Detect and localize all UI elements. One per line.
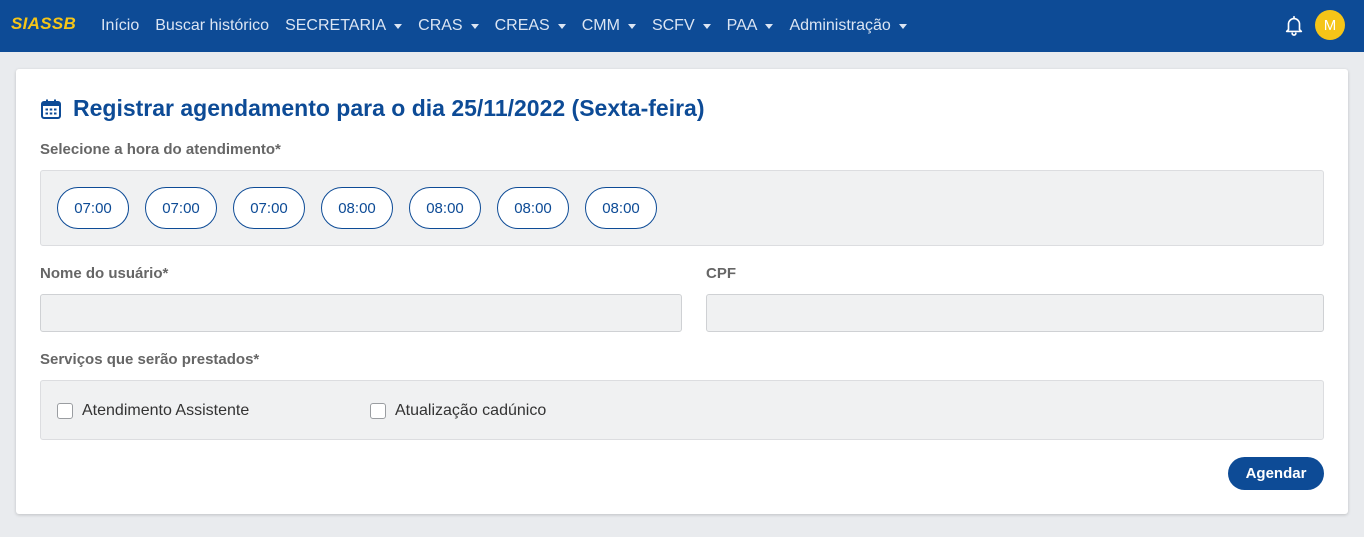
services-label: Serviços que serão prestados* — [40, 351, 260, 368]
user-name-field[interactable] — [40, 294, 682, 332]
title-text: Registrar agendamento para o dia 25/11/2… — [73, 95, 705, 121]
top-navbar: SIASSB Início Buscar histórico SECRETARI… — [0, 0, 1364, 52]
nav-item-buscar-historico[interactable]: Buscar histórico — [147, 0, 277, 52]
caret-down-icon — [702, 24, 711, 29]
service-checkbox-atendimento[interactable]: Atendimento Assistente — [57, 402, 249, 420]
brand-logo[interactable]: SIASSB — [11, 14, 76, 34]
caret-down-icon — [470, 24, 479, 29]
nav-item-label: PAA — [726, 17, 758, 34]
caret-down-icon — [898, 24, 907, 29]
services-panel: Atendimento Assistente Atualização cadún… — [40, 380, 1324, 440]
nav-item-label: CRAS — [418, 17, 463, 34]
cpf-label: CPF — [706, 265, 736, 282]
time-slot-button[interactable]: 08:00 — [497, 187, 569, 229]
service-label: Atendimento Assistente — [82, 402, 250, 419]
calendar-icon — [41, 99, 61, 119]
nav-item-label: Buscar histórico — [155, 17, 270, 34]
nav-menu: Início Buscar histórico SECRETARIA CRAS … — [93, 0, 915, 52]
time-slot-button[interactable]: 08:00 — [321, 187, 393, 229]
user-avatar[interactable]: M — [1315, 10, 1345, 40]
time-slot-button[interactable]: 08:00 — [409, 187, 481, 229]
time-slot-button[interactable]: 07:00 — [233, 187, 305, 229]
time-label: Selecione a hora do atendimento* — [40, 141, 281, 158]
bell-icon[interactable] — [1283, 13, 1305, 37]
nav-item-label: SECRETARIA — [285, 17, 387, 34]
nav-item-creas[interactable]: CREAS — [487, 0, 574, 52]
nav-item-label: CMM — [581, 17, 620, 34]
time-slot-button[interactable]: 07:00 — [145, 187, 217, 229]
nav-item-cmm[interactable]: CMM — [574, 0, 644, 52]
nav-item-inicio[interactable]: Início — [93, 0, 147, 52]
caret-down-icon — [557, 24, 566, 29]
nav-item-scfv[interactable]: SCFV — [644, 0, 719, 52]
schedule-button[interactable]: Agendar — [1228, 457, 1324, 490]
nav-item-administracao[interactable]: Administração — [781, 0, 914, 52]
service-label: Atualização cadúnico — [395, 402, 547, 419]
nav-item-label: SCFV — [651, 17, 695, 34]
nav-item-secretaria[interactable]: SECRETARIA — [277, 0, 410, 52]
nav-item-label: Início — [101, 17, 140, 34]
time-slot-button[interactable]: 07:00 — [57, 187, 129, 229]
page-title: Registrar agendamento para o dia 25/11/2… — [40, 95, 705, 122]
nav-item-cras[interactable]: CRAS — [410, 0, 486, 52]
user-name-label: Nome do usuário* — [40, 265, 169, 282]
time-slot-button[interactable]: 08:00 — [585, 187, 657, 229]
service-checkbox-cadunico[interactable]: Atualização cadúnico — [370, 402, 546, 420]
caret-down-icon — [627, 24, 636, 29]
nav-item-paa[interactable]: PAA — [719, 0, 782, 52]
checkbox[interactable] — [57, 403, 73, 419]
caret-down-icon — [765, 24, 774, 29]
caret-down-icon — [394, 24, 403, 29]
checkbox[interactable] — [370, 403, 386, 419]
nav-item-label: Administração — [789, 17, 891, 34]
cpf-field[interactable] — [706, 294, 1324, 332]
nav-item-label: CREAS — [494, 17, 550, 34]
time-slots-panel: 07:00 07:00 07:00 08:00 08:00 08:00 08:0… — [40, 170, 1324, 246]
scheduling-card: Registrar agendamento para o dia 25/11/2… — [16, 69, 1348, 514]
